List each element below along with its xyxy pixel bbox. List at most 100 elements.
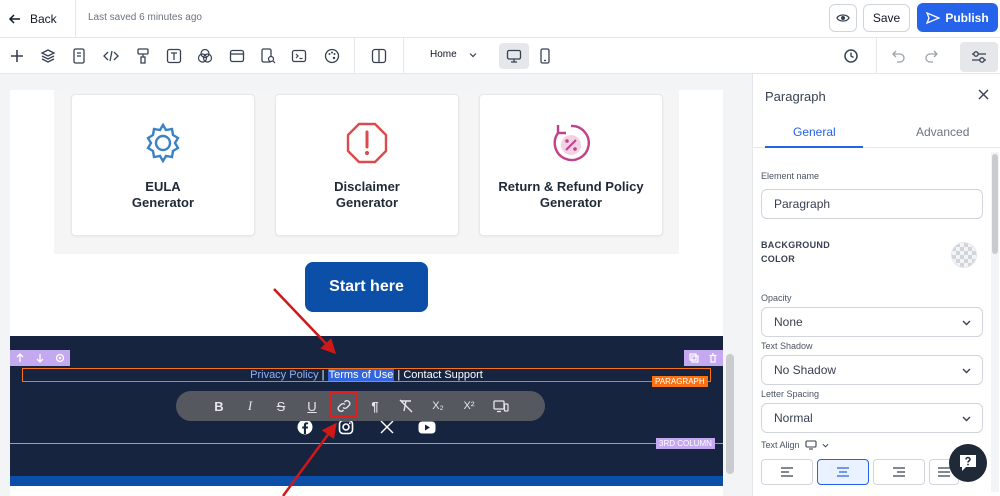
card-refund[interactable]: Return & Refund Policy Generator <box>479 94 663 236</box>
link-separator: | <box>318 369 328 381</box>
active-tab-indicator <box>765 146 863 148</box>
send-icon <box>926 11 941 24</box>
align-center-button[interactable] <box>817 459 869 485</box>
paint-roller-icon <box>137 48 149 64</box>
clear-format-button[interactable] <box>396 396 416 416</box>
tab-advanced[interactable]: Advanced <box>916 125 969 139</box>
letter-spacing-select[interactable]: Normal <box>761 403 983 433</box>
link-contact-support[interactable]: Contact Support <box>403 369 483 381</box>
settings-panel-button[interactable] <box>960 42 998 72</box>
redo-button[interactable] <box>921 46 941 66</box>
align-right-button[interactable] <box>873 459 925 485</box>
pages-button[interactable] <box>69 46 89 66</box>
gear-icon[interactable] <box>55 353 65 363</box>
opacity-select[interactable]: None <box>761 307 983 337</box>
mobile-view-button[interactable] <box>535 46 555 66</box>
undo-button[interactable] <box>889 46 909 66</box>
colors-button[interactable] <box>195 46 215 66</box>
gear-icon <box>146 122 180 164</box>
element-controls-right <box>684 350 723 366</box>
phone-icon <box>540 48 550 64</box>
save-status: Last saved 6 minutes ago <box>88 12 202 23</box>
code-button[interactable] <box>101 46 121 66</box>
subscript-button[interactable]: X₂ <box>428 396 448 416</box>
terminal-icon <box>291 49 307 63</box>
form-button[interactable] <box>258 46 278 66</box>
paint-button[interactable] <box>133 46 153 66</box>
help-chat-button[interactable] <box>949 444 987 482</box>
undo-icon <box>892 50 905 63</box>
save-button[interactable]: Save <box>863 4 910 32</box>
alert-octagon-icon <box>346 122 388 164</box>
italic-button[interactable]: I <box>240 396 260 416</box>
back-button[interactable]: Back <box>0 0 76 38</box>
footer-bottom-bar <box>10 476 723 486</box>
opacity-label: Opacity <box>761 293 792 303</box>
instagram-icon <box>338 419 354 435</box>
page-select[interactable]: Home <box>430 49 477 60</box>
tab-general[interactable]: General <box>793 125 836 139</box>
editor-canvas[interactable]: EULA Generator Disclaimer Generator Retu… <box>0 74 752 496</box>
align-left-button[interactable] <box>761 459 813 485</box>
underline-button[interactable]: U <box>302 396 322 416</box>
clear-format-icon <box>399 399 413 413</box>
close-icon <box>978 89 988 99</box>
link-terms-of-use[interactable]: Terms of Use <box>327 369 395 381</box>
typography-button[interactable] <box>164 46 184 66</box>
background-color-swatch[interactable] <box>951 242 977 268</box>
chevron-down-icon[interactable] <box>822 442 829 449</box>
strikethrough-button[interactable]: S <box>271 396 291 416</box>
card-title: EULA Generator <box>131 179 195 210</box>
monitor-icon[interactable] <box>804 440 817 450</box>
text-shadow-select[interactable]: No Shadow <box>761 355 983 385</box>
bold-button[interactable]: B <box>209 396 229 416</box>
youtube-icon <box>418 421 436 433</box>
publish-button[interactable]: Publish <box>917 3 998 32</box>
columns-icon <box>371 48 387 64</box>
background-color-label-line: COLOR <box>761 254 795 264</box>
properties-panel: Paragraph General Advanced Element name … <box>752 74 1000 496</box>
card-disclaimer[interactable]: Disclaimer Generator <box>275 94 459 236</box>
letter-spacing-label: Letter Spacing <box>761 389 820 399</box>
palette-icon <box>324 48 340 64</box>
letter-spacing-value: Normal <box>774 411 813 425</box>
arrow-up-icon[interactable] <box>15 353 25 363</box>
add-element-button[interactable] <box>7 46 27 66</box>
column-label: 3RD COLUMN <box>656 438 715 449</box>
superscript-button[interactable]: X² <box>459 396 479 416</box>
align-right-icon <box>893 467 905 477</box>
text-shadow-label: Text Shadow <box>761 341 813 351</box>
element-name-input[interactable]: Paragraph <box>761 189 983 219</box>
code-icon <box>103 50 119 62</box>
footer-links-paragraph[interactable]: Privacy Policy | Terms of Use | Contact … <box>10 369 723 381</box>
arrow-down-icon[interactable] <box>35 353 45 363</box>
history-button[interactable] <box>841 46 861 66</box>
canvas-scrollbar-thumb[interactable] <box>726 354 734 474</box>
page-select-value: Home <box>430 49 457 60</box>
link-privacy-policy[interactable]: Privacy Policy <box>250 369 318 381</box>
palette-button[interactable] <box>322 46 342 66</box>
panel-scrollbar-thumb[interactable] <box>992 154 998 254</box>
paragraph-button[interactable]: ¶ <box>365 396 385 416</box>
card-eula[interactable]: EULA Generator <box>71 94 255 236</box>
builder-app: Back Last saved 6 minutes ago Save Publi… <box>0 0 1000 496</box>
responsive-text-button[interactable] <box>491 396 511 416</box>
opacity-value: None <box>774 315 803 329</box>
desktop-view-button[interactable] <box>499 43 529 69</box>
layers-button[interactable] <box>38 46 58 66</box>
trash-icon[interactable] <box>708 353 718 363</box>
window-icon <box>229 49 245 63</box>
text-shadow-value: No Shadow <box>774 363 837 377</box>
split-view-button[interactable] <box>369 46 389 66</box>
start-here-button[interactable]: Start here <box>305 262 428 312</box>
section-button[interactable] <box>227 46 247 66</box>
preview-button[interactable] <box>829 4 857 32</box>
background-color-label: BACKGROUND COLOR <box>761 238 830 266</box>
terminal-button[interactable] <box>289 46 309 66</box>
toolbar-divider <box>403 38 404 74</box>
page-preview: EULA Generator Disclaimer Generator Retu… <box>10 90 723 496</box>
duplicate-icon[interactable] <box>689 353 699 363</box>
close-panel-button[interactable] <box>975 86 991 102</box>
toggles-icon <box>972 51 986 63</box>
eye-icon <box>836 14 850 22</box>
